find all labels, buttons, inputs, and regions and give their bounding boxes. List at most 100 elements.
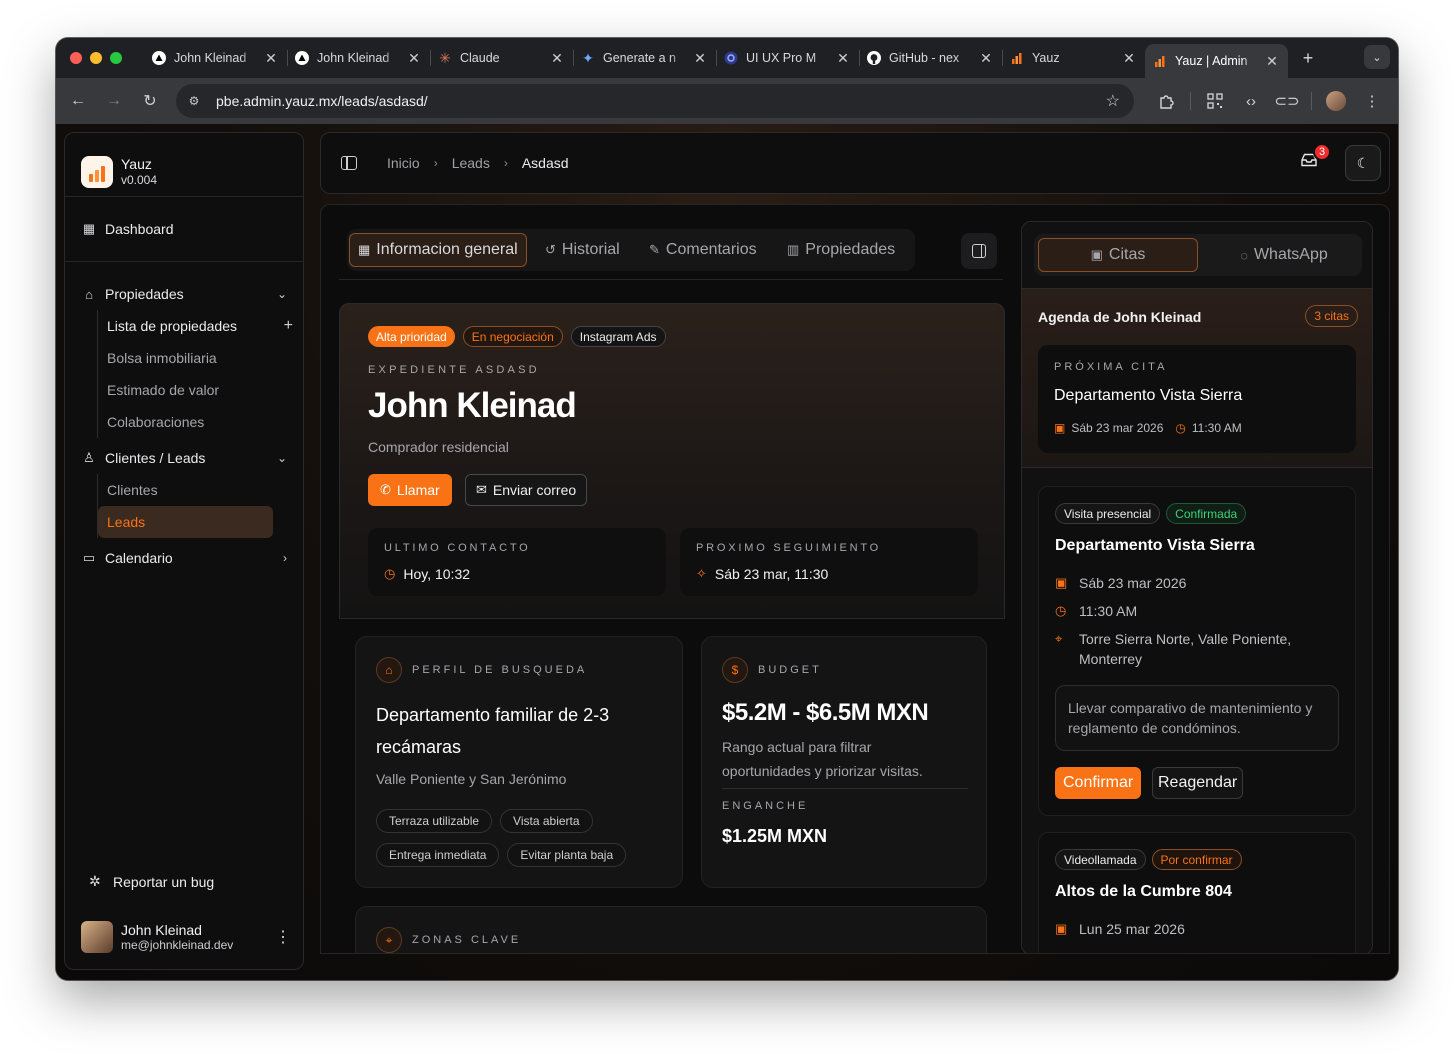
search-profile-card: ⌂ PERFIL DE BUSQUEDA Departamento familia… [355,636,683,888]
sidebar-item-colaboraciones[interactable]: Colaboraciones [98,406,273,438]
close-tab-icon[interactable]: ✕ [692,50,708,67]
brand-version: v0.004 [121,173,158,187]
key-zones-card: ⌖ ZONAS CLAVE [355,906,987,953]
new-tab-button[interactable]: + [1294,48,1322,69]
report-bug-button[interactable]: ✲ Reportar un bug [89,873,214,890]
yauz-icon [1010,51,1024,65]
dashboard-icon: ▦ [82,221,96,236]
lead-role: Comprador residencial [368,439,509,455]
tab-citas[interactable]: ▣ Citas [1038,238,1198,272]
window-controls [56,52,144,64]
browser-tab[interactable]: GitHub - nex ✕ [859,38,1002,78]
bug-icon: ✲ [89,873,101,889]
next-appointment-card[interactable]: PRÓXIMA CITA Departamento Vista Sierra ▣… [1038,345,1356,453]
close-tab-icon[interactable]: ✕ [1264,53,1280,70]
user-menu[interactable]: John Kleinad me@johnkleinad.dev ⋮ [81,921,291,953]
brand[interactable]: Yauz v0.004 [65,133,303,197]
sidebar-item-leads[interactable]: Leads [98,506,273,538]
app-root: Yauz v0.004 ▦ Dashboard ⌂ Propiedades ⌄ … [56,124,1398,980]
browser-toolbar: ← → ↻ ⚙ pbe.admin.yauz.mx/leads/asdasd/ … [56,78,1398,124]
sidebar-item-propiedades[interactable]: ⌂ Propiedades ⌄ [65,278,303,310]
toggle-right-panel-button[interactable] [961,233,997,269]
preference-pill: Terraza utilizable [376,809,493,833]
tab-whatsapp[interactable]: ◌ WhatsApp [1204,238,1364,272]
link-icon[interactable]: ⊂⊃ [1269,92,1305,110]
dollar-icon: $ [722,657,748,683]
browser-tab[interactable]: UI UX Pro M ✕ [716,38,859,78]
reload-button[interactable]: ↻ [132,91,168,111]
tab-strip: John Kleinad ✕ John Kleinad ✕ ✳ Claude ✕… [56,38,1398,78]
close-tab-icon[interactable]: ✕ [835,50,851,67]
call-button[interactable]: ✆ Llamar [368,474,452,506]
add-property-icon[interactable]: + [284,317,293,335]
priority-badge: Alta prioridad [368,326,455,347]
preference-pill: Evitar planta baja [507,843,627,867]
search-zones: Valle Poniente y San Jerónimo [376,771,567,787]
minimize-window-button[interactable] [90,52,102,64]
breadcrumb: Inicio › Leads › Asdasd [341,133,569,193]
appointment-note: Llevar comparativo de mantenimiento y re… [1055,685,1339,751]
lead-detail-panel: ▦ Informacion general ↺ Historial ✎ Comenta… [320,204,1390,954]
tab-propiedades[interactable]: ▥ Propiedades [779,233,903,267]
sidebar-item-calendario[interactable]: ▭ Calendario › [65,542,303,574]
breadcrumb-inicio[interactable]: Inicio [387,155,420,171]
lead-tags: Alta prioridad En negociación Instagram … [368,326,666,347]
close-window-button[interactable] [70,52,82,64]
close-tab-icon[interactable]: ✕ [549,50,565,67]
tab-historial[interactable]: ↺ Historial [537,233,628,267]
search-profile-title: Departamento familiar de 2-3 recámaras [376,705,610,757]
page-header: Inicio › Leads › Asdasd 3 ☾ [320,132,1390,194]
preference-pill: Vista abierta [500,809,593,833]
site-settings-icon[interactable]: ⚙ [182,89,206,113]
qr-code-icon[interactable] [1197,93,1233,109]
confirm-button[interactable]: Confirmar [1055,767,1142,799]
sidebar-item-estimado[interactable]: Estimado de valor [98,374,273,406]
sidebar-toggle-icon[interactable] [341,156,357,170]
arrow-left-icon: ← [70,92,86,109]
url-text: pbe.admin.yauz.mx/leads/asdasd/ [216,93,428,109]
more-menu-icon[interactable]: ⋮ [1354,92,1390,110]
more-vertical-icon[interactable]: ⋮ [275,927,291,947]
breadcrumb-leads[interactable]: Leads [452,155,490,171]
back-button[interactable]: ← [60,92,96,110]
profile-avatar[interactable] [1326,91,1346,111]
chat-bubble-icon: ◌ [1240,247,1248,263]
browser-tab[interactable]: ✦ Generate a n ✕ [573,38,716,78]
appointment-title: Altos de la Cumbre 804 [1055,883,1232,900]
theme-toggle-button[interactable]: ☾ [1345,145,1381,181]
maximize-window-button[interactable] [110,52,122,64]
sidebar-item-lista-propiedades[interactable]: Lista de propiedades + [98,310,293,342]
sidebar-item-clientes-leads[interactable]: ♙ Clientes / Leads ⌄ [65,442,303,474]
agenda-summary: Agenda de John Kleinad 3 citas PRÓXIMA C… [1022,288,1372,468]
tab-comentarios[interactable]: ✎ Comentarios [641,233,765,267]
close-tab-icon[interactable]: ✕ [978,50,994,67]
circle-icon [724,51,738,65]
browser-tab[interactable]: John Kleinad ✕ [287,38,430,78]
sidebar-item-dashboard[interactable]: ▦ Dashboard [65,213,303,245]
send-email-button[interactable]: ✉ Enviar correo [465,474,588,506]
tab-search-button[interactable]: ⌄ [1364,45,1390,69]
browser-tab[interactable]: John Kleinad ✕ [144,38,287,78]
clock-icon: ◷ [1055,603,1067,618]
forward-button[interactable]: → [96,92,132,110]
sidebar-item-bolsa[interactable]: Bolsa inmobiliaria [98,342,273,374]
tab-informacion-general[interactable]: ▦ Informacion general [349,233,527,267]
browser-tab[interactable]: ✳ Claude ✕ [430,38,573,78]
bookmark-star-icon[interactable]: ☆ [1106,91,1120,111]
close-tab-icon[interactable]: ✕ [406,50,422,67]
extensions-icon[interactable] [1148,93,1184,109]
panel-right-icon [972,244,986,258]
browser-tab-active[interactable]: Yauz | Admin ✕ [1145,44,1288,78]
agenda-title: Agenda de John Kleinad [1038,309,1202,325]
reschedule-button[interactable]: Reagendar [1152,767,1244,799]
browser-tab[interactable]: Yauz ✕ [1002,38,1145,78]
sparkle-icon: ✦ [582,49,594,66]
address-bar[interactable]: ⚙ pbe.admin.yauz.mx/leads/asdasd/ ☆ [176,84,1134,118]
appointment-count-badge: 3 citas [1305,305,1358,327]
close-tab-icon[interactable]: ✕ [263,50,279,67]
close-tab-icon[interactable]: ✕ [1121,50,1137,67]
code-icon[interactable]: ‹› [1233,93,1269,110]
chevron-down-icon: ⌄ [276,287,287,301]
divider [339,279,1003,280]
sidebar-item-clientes[interactable]: Clientes [98,474,273,506]
